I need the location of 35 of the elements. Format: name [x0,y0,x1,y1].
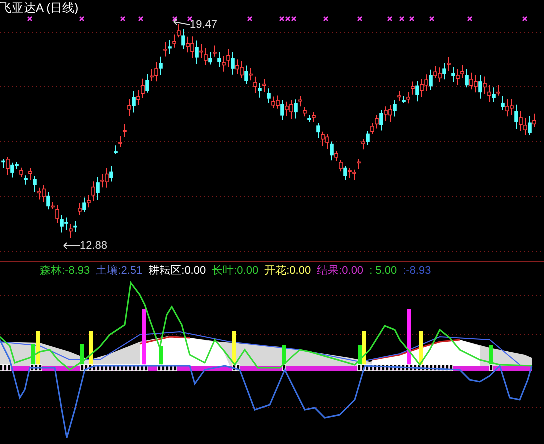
cross-mark-icon [138,16,144,22]
cross-mark-icon [467,16,473,22]
cross-mark-icon [120,16,126,22]
legend-item: 长叶:0.00 [212,264,259,278]
legend-item: 结果:0.00 [317,264,364,278]
price-low-label: 12.88 [80,239,108,253]
cross-mark-icon [522,16,528,22]
legend-item: 开花:0.00 [264,264,312,278]
legend-item: :-8.93 [403,264,432,278]
cross-mark-icon [79,16,85,22]
cross-mark-icon [172,16,178,22]
cross-mark-icon [323,16,329,22]
signal-bar [282,345,286,366]
cross-mark-icon [429,16,435,22]
cross-mark-icon [247,16,253,22]
signal-bar [232,331,236,366]
cross-mark-icon [187,16,193,22]
cross-mark-icon [399,16,405,22]
signal-bar [419,331,423,366]
signal-bar [407,309,411,366]
legend-item: 土壤:2.51 [96,264,143,278]
cross-mark-icon [27,16,33,22]
legend-item: : 5.00 [370,264,398,278]
cross-mark-icon [409,16,415,22]
legend-item: 森林:-8.93 [40,264,90,278]
signal-bar [142,309,146,366]
legend-item: 耕耘区:0.00 [148,264,206,278]
cross-mark-icon [357,16,363,22]
signal-bar [89,331,93,366]
cross-mark-icon [387,16,393,22]
price-high-label: 19.47 [190,18,218,32]
signal-bar [80,344,84,366]
signal-bar [159,346,163,366]
signal-bar [489,345,493,366]
chart-title: 飞亚达A (日线) [0,0,79,16]
